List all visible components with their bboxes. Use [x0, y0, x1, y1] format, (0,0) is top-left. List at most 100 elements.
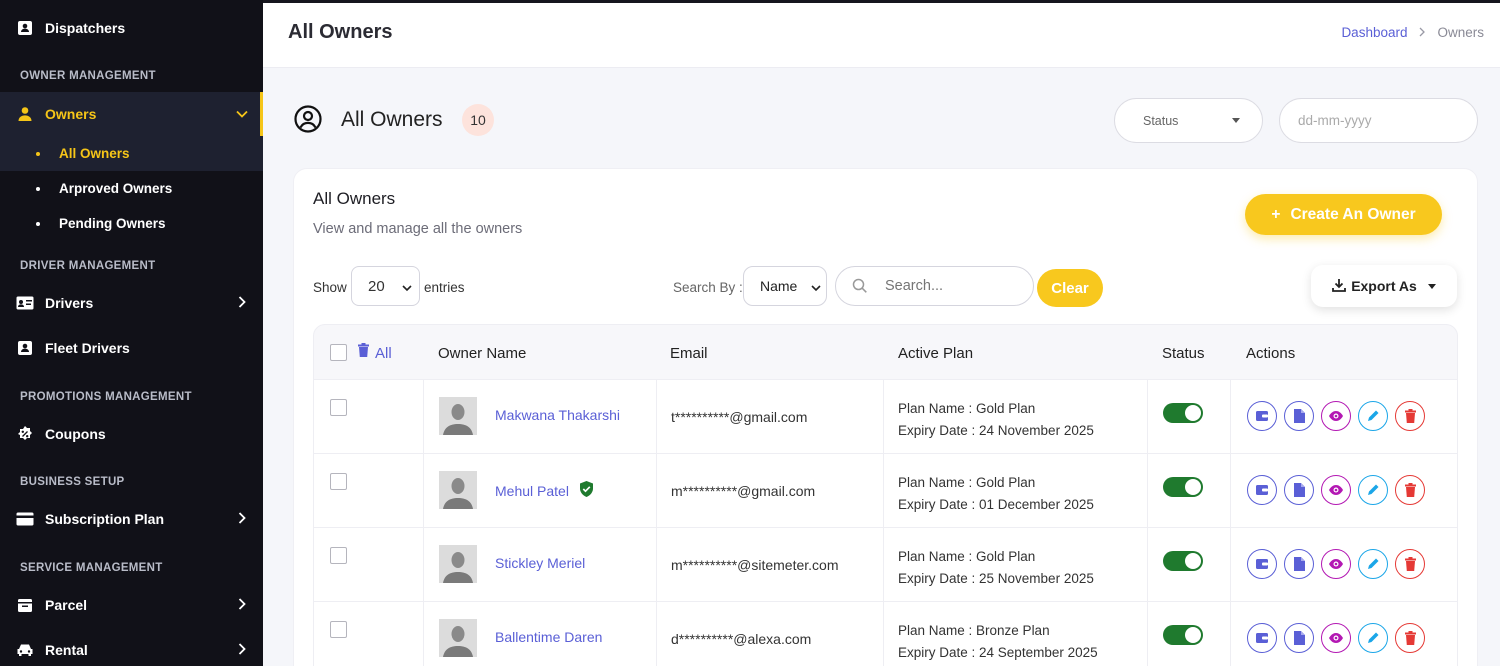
owner-email: m**********@gmail.com — [671, 483, 816, 499]
export-as-label: Export As — [1351, 278, 1417, 294]
sidebar-item-label: Subscription Plan — [45, 511, 165, 527]
avatar — [439, 619, 477, 657]
sidebar-item-rental[interactable]: Rental — [0, 632, 263, 666]
download-icon — [1332, 278, 1347, 295]
chevron-right-icon — [1417, 25, 1427, 40]
sidebar-item-label: Drivers — [45, 295, 94, 311]
badge-percent-icon — [16, 425, 34, 443]
plan-expiry: Expiry Date : 24 September 2025 — [898, 645, 1098, 660]
sidebar-item-fleet-drivers[interactable]: Fleet Drivers — [0, 330, 263, 366]
search-by-label: Search By : — [673, 280, 743, 295]
section-title: All Owners — [341, 108, 443, 131]
card-subtitle: View and manage all the owners — [313, 221, 523, 237]
owner-name[interactable]: Mehul Patel — [495, 483, 569, 499]
sidebar-subitem-approved-owners[interactable]: Arproved Owners — [0, 171, 263, 206]
avatar — [439, 397, 477, 435]
row-actions — [1247, 549, 1425, 579]
owner-name[interactable]: Stickley Meriel — [495, 555, 585, 571]
row-actions — [1247, 475, 1425, 505]
bullet-icon — [36, 151, 40, 156]
export-as-button[interactable]: Export As — [1311, 265, 1457, 307]
breadcrumb-dashboard-link[interactable]: Dashboard — [1341, 25, 1407, 40]
page-title: All Owners — [288, 21, 393, 43]
owner-name[interactable]: Makwana Thakarshi — [495, 407, 620, 423]
trash-icon[interactable] — [1395, 623, 1425, 653]
search-input[interactable] — [885, 278, 1015, 294]
owner-name-link[interactable]: Ballentime Daren — [495, 629, 602, 645]
entries-per-page-select[interactable]: 20 — [351, 266, 420, 306]
user-circle-icon — [293, 104, 323, 134]
edit-icon[interactable] — [1358, 549, 1388, 579]
eye-icon[interactable] — [1321, 475, 1351, 505]
document-icon[interactable] — [1284, 623, 1314, 653]
row-checkbox[interactable] — [330, 473, 347, 490]
sidebar-subitem-all-owners[interactable]: All Owners — [0, 136, 263, 171]
edit-icon[interactable] — [1358, 623, 1388, 653]
owner-name[interactable]: Ballentime Daren — [495, 629, 602, 645]
sidebar-item-label: Dispatchers — [45, 20, 126, 36]
sidebar-section-promotions-management: PROMOTIONS MANAGEMENT — [20, 391, 192, 403]
plan-expiry: Expiry Date : 01 December 2025 — [898, 497, 1094, 512]
document-icon[interactable] — [1284, 401, 1314, 431]
search-icon — [852, 278, 868, 294]
wallet-icon[interactable] — [1247, 475, 1277, 505]
document-icon[interactable] — [1284, 549, 1314, 579]
plus-icon: + — [1271, 205, 1281, 223]
id-card-icon — [16, 339, 34, 357]
column-header-email: Email — [670, 345, 708, 362]
sidebar-item-drivers[interactable]: Drivers — [0, 285, 263, 321]
row-checkbox[interactable] — [330, 399, 347, 416]
chevron-down-icon — [401, 281, 413, 293]
clear-button[interactable]: Clear — [1037, 269, 1103, 307]
delete-all-label[interactable]: All — [375, 345, 392, 362]
trash-icon[interactable] — [358, 343, 369, 361]
sidebar-section-service-management: SERVICE MANAGEMENT — [20, 562, 163, 574]
owner-name-link[interactable]: Mehul Patel — [495, 481, 594, 500]
edit-icon[interactable] — [1358, 401, 1388, 431]
row-checkbox[interactable] — [330, 547, 347, 564]
owner-name-link[interactable]: Stickley Meriel — [495, 555, 585, 571]
trash-icon[interactable] — [1395, 549, 1425, 579]
document-icon[interactable] — [1284, 475, 1314, 505]
wallet-icon[interactable] — [1247, 623, 1277, 653]
eye-icon[interactable] — [1321, 401, 1351, 431]
row-checkbox[interactable] — [330, 621, 347, 638]
eye-icon[interactable] — [1321, 623, 1351, 653]
search-box — [835, 266, 1034, 306]
column-header-status: Status — [1162, 345, 1205, 362]
sidebar-section-driver-management: DRIVER MANAGEMENT — [20, 260, 156, 272]
date-filter-input[interactable] — [1279, 98, 1478, 143]
column-header-owner-name: Owner Name — [438, 345, 527, 362]
owner-name-link[interactable]: Makwana Thakarshi — [495, 407, 620, 423]
wallet-icon[interactable] — [1247, 401, 1277, 431]
user-icon — [16, 105, 34, 123]
trash-icon[interactable] — [1395, 475, 1425, 505]
sidebar-subitem-pending-owners[interactable]: Pending Owners — [0, 206, 263, 241]
row-actions — [1247, 623, 1425, 653]
trash-icon[interactable] — [1395, 401, 1425, 431]
sidebar-item-owners[interactable]: Owners — [0, 92, 263, 136]
sidebar-item-dispatchers[interactable]: Dispatchers — [0, 10, 263, 46]
verified-shield-icon — [579, 481, 594, 500]
status-toggle[interactable] — [1163, 625, 1203, 645]
edit-icon[interactable] — [1358, 475, 1388, 505]
sidebar-item-coupons[interactable]: Coupons — [0, 416, 263, 452]
sidebar-item-parcel[interactable]: Parcel — [0, 587, 263, 623]
search-by-select[interactable]: Name — [743, 266, 827, 306]
status-toggle[interactable] — [1163, 403, 1203, 423]
create-owner-label: Create An Owner — [1290, 205, 1416, 223]
plan-name: Plan Name : Bronze Plan — [898, 623, 1050, 638]
create-owner-button[interactable]: + Create An Owner — [1245, 194, 1442, 235]
driver-license-icon — [16, 294, 34, 312]
status-filter-select[interactable]: Status — [1114, 98, 1263, 143]
owner-count-badge: 10 — [462, 104, 494, 136]
breadcrumb: Dashboard Owners — [1341, 25, 1484, 40]
credit-card-icon — [16, 510, 34, 528]
status-toggle[interactable] — [1163, 477, 1203, 497]
eye-icon[interactable] — [1321, 549, 1351, 579]
sidebar-item-label: Fleet Drivers — [45, 340, 130, 356]
status-toggle[interactable] — [1163, 551, 1203, 571]
wallet-icon[interactable] — [1247, 549, 1277, 579]
select-all-checkbox[interactable] — [330, 344, 347, 361]
sidebar-item-subscription-plan[interactable]: Subscription Plan — [0, 501, 263, 537]
